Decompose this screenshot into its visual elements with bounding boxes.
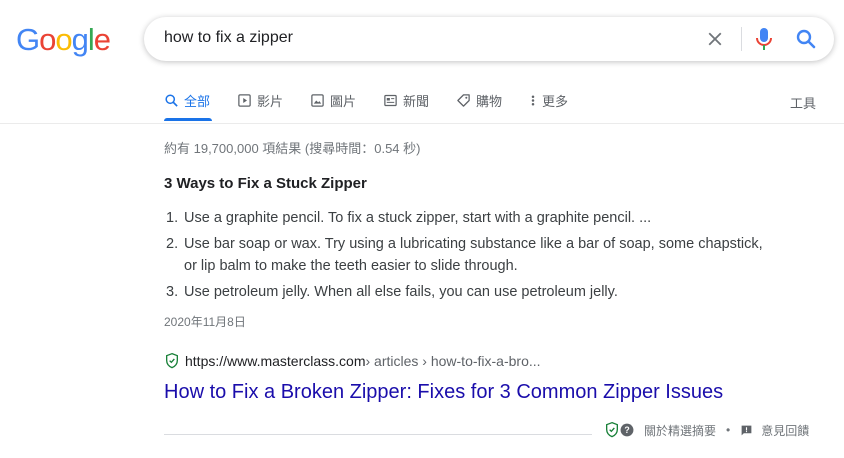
list-item: 2. Use bar soap or wax. Try using a lubri…	[164, 233, 764, 277]
more-icon	[531, 95, 535, 106]
snippet-title: 3 Ways to Fix a Stuck Zipper	[164, 175, 367, 192]
list-text: Use petroleum jelly. When all else fails…	[184, 284, 618, 300]
search-divider	[741, 27, 742, 51]
feedback-icon	[741, 425, 752, 435]
tab-label: 更多	[542, 94, 569, 109]
snippet-list: 1. Use a graphite pencil. To fix a stuck …	[164, 207, 764, 307]
list-text: Use a graphite pencil. To fix a stuck zi…	[184, 210, 652, 226]
snippet-footer: ? 關於精選摘要 • 意見回饋	[604, 421, 809, 439]
list-number: 3.	[166, 284, 179, 300]
tab-more[interactable]: 更多	[529, 91, 568, 110]
logo-letter: g	[71, 22, 89, 57]
shield-check-icon	[606, 421, 618, 438]
result-source[interactable]: https://www.masterclass.com › articles ›…	[164, 352, 541, 370]
list-item: 1. Use a graphite pencil. To fix a stuck …	[164, 207, 764, 229]
search-input[interactable]: how to fix a zipper	[164, 29, 293, 47]
google-logo[interactable]: Google	[16, 22, 111, 58]
news-icon	[384, 94, 397, 107]
result-title-link[interactable]: How to Fix a Broken Zipper: Fixes for 3 …	[164, 381, 723, 404]
feedback-link[interactable]: 意見回饋	[761, 422, 809, 439]
tab-images[interactable]: 圖片	[310, 91, 356, 110]
image-icon	[311, 94, 324, 107]
list-item: 3. Use petroleum jelly. When all else fai…	[164, 281, 764, 303]
tab-news[interactable]: 新聞	[383, 91, 429, 110]
tools-button[interactable]: 工具	[790, 93, 816, 112]
close-icon[interactable]	[704, 28, 726, 50]
footer-divider	[164, 434, 592, 435]
snippet-date: 2020年11月8日	[164, 315, 246, 329]
list-text: Use bar soap or wax. Try using a lubrica…	[184, 236, 763, 274]
search-box[interactable]: how to fix a zipper	[144, 17, 834, 61]
search-icon	[165, 94, 178, 107]
tab-shopping[interactable]: 購物	[456, 91, 502, 110]
about-snippet-link[interactable]: 關於精選摘要	[644, 422, 716, 439]
svg-text:?: ?	[624, 425, 629, 435]
tab-all[interactable]: 全部	[164, 91, 212, 121]
result-breadcrumbs: › articles › how-to-fix-a-bro...	[365, 353, 541, 369]
result-stats: 約有 19,700,000 項結果 (搜尋時間：0.54 秒)	[164, 141, 421, 156]
microphone-icon[interactable]	[752, 26, 776, 52]
tab-videos[interactable]: 影片	[237, 91, 283, 110]
active-tab-indicator	[164, 118, 212, 121]
help-icon: ?	[620, 423, 634, 437]
tab-label: 新聞	[403, 94, 430, 109]
tab-label: 購物	[476, 94, 503, 109]
result-url: https://www.masterclass.com	[185, 353, 366, 369]
header-divider	[0, 123, 844, 124]
tab-label: 圖片	[330, 94, 357, 109]
shield-check-icon	[166, 352, 178, 369]
logo-letter: o	[39, 22, 56, 57]
search-icon[interactable]	[794, 27, 818, 51]
video-icon	[238, 94, 251, 107]
logo-letter: G	[16, 22, 40, 57]
logo-letter: e	[93, 22, 111, 57]
tab-label: 全部	[184, 94, 211, 109]
logo-letter: o	[55, 22, 72, 57]
footer-separator: •	[726, 423, 731, 437]
tab-label: 影片	[257, 94, 284, 109]
list-number: 1.	[166, 210, 179, 226]
list-number: 2.	[166, 236, 179, 252]
tag-icon	[457, 94, 470, 107]
